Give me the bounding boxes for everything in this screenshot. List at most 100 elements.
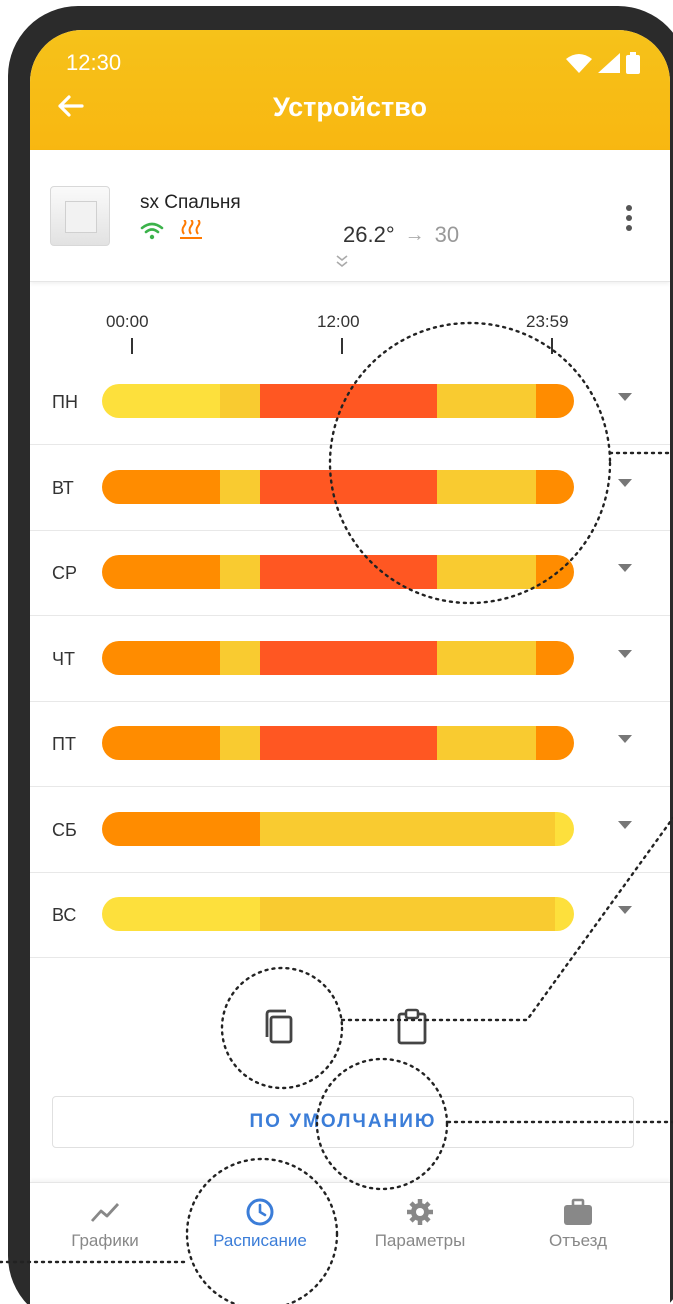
schedule-segment[interactable] [220, 384, 261, 418]
schedule-segment[interactable] [220, 555, 261, 589]
dropdown-arrow-icon[interactable] [618, 563, 632, 573]
schedule-segment[interactable] [536, 726, 574, 760]
clipboard-paste-icon[interactable] [396, 1008, 428, 1046]
schedule-row[interactable]: ПН [30, 360, 670, 445]
schedule-bar[interactable] [102, 555, 574, 589]
wifi-icon [140, 222, 164, 240]
schedule-segment[interactable] [220, 469, 261, 504]
nav-label-schedule: Расписание [213, 1231, 307, 1250]
app-screen: 12:30 Устройство sx Спальня 26.2° → 30 0… [30, 30, 670, 1304]
schedule-actions [30, 1008, 670, 1068]
nav-label-settings: Параметры [374, 1231, 466, 1250]
bottom-navigation: Графики Расписание Параметры Отъезд [30, 1182, 670, 1302]
schedule-segment[interactable] [260, 469, 438, 504]
schedule-bar[interactable] [102, 726, 574, 760]
nav-label-charts: Графики [71, 1231, 139, 1250]
schedule-segment[interactable] [437, 726, 537, 760]
trend-chart-icon [90, 1203, 120, 1222]
time-tick-end [551, 338, 553, 354]
device-name: sx Спальня [140, 192, 241, 213]
schedule-segment[interactable] [536, 640, 574, 675]
schedule-row[interactable]: СР [30, 531, 670, 616]
schedule-segment[interactable] [220, 726, 261, 760]
time-label-end: 23:59 [526, 312, 569, 331]
schedule-bar[interactable] [102, 640, 574, 675]
schedule-segment[interactable] [437, 640, 537, 675]
time-tick-mid [341, 338, 343, 354]
dropdown-arrow-icon[interactable] [618, 905, 632, 915]
schedule-segment[interactable] [260, 897, 556, 931]
status-icons [566, 52, 640, 74]
nav-item-settings[interactable]: Параметры [345, 1197, 495, 1251]
schedule-segment[interactable] [437, 555, 537, 589]
heating-icon [180, 220, 202, 239]
schedule-bar[interactable] [102, 897, 574, 931]
dropdown-arrow-icon[interactable] [618, 820, 632, 830]
schedule-segment[interactable] [260, 726, 438, 760]
app-bar: 12:30 Устройство [30, 30, 670, 150]
current-temperature: 26.2° [343, 222, 395, 247]
schedule-segment[interactable] [102, 811, 261, 846]
schedule-row[interactable]: ПТ [30, 702, 670, 787]
day-label: ПТ [52, 734, 76, 754]
schedule-bar[interactable] [102, 469, 574, 504]
wifi-status-icon [566, 54, 592, 73]
temperature-row: 26.2° → 30 [343, 222, 459, 248]
schedule-bar[interactable] [102, 384, 574, 418]
day-label: ВС [52, 905, 77, 925]
copy-icon[interactable] [262, 1008, 296, 1046]
schedule-segment[interactable] [260, 384, 438, 418]
signal-icon [598, 53, 620, 73]
day-label: ВТ [52, 477, 74, 498]
schedule-row[interactable]: ВТ [30, 446, 670, 531]
gear-icon [407, 1199, 433, 1225]
schedule-segment[interactable] [555, 897, 574, 931]
nav-item-away[interactable]: Отъезд [503, 1197, 653, 1251]
more-vert-icon[interactable] [624, 204, 634, 232]
schedule-row[interactable]: ВС [30, 873, 670, 958]
schedule-segment[interactable] [102, 384, 220, 418]
dropdown-arrow-icon[interactable] [618, 478, 632, 488]
day-label: ПН [52, 392, 78, 412]
battery-icon [626, 52, 640, 74]
schedule-segment[interactable] [260, 640, 438, 675]
schedule-row[interactable]: ЧТ [30, 617, 670, 702]
schedule-segment[interactable] [260, 555, 438, 589]
default-schedule-button[interactable]: ПО УМОЛЧАНИЮ [52, 1096, 634, 1148]
device-thumbnail [50, 186, 110, 246]
schedule-segment[interactable] [437, 469, 537, 504]
schedule-segment[interactable] [437, 384, 537, 418]
time-label-start: 00:00 [106, 312, 149, 331]
schedule-segment[interactable] [536, 384, 574, 418]
schedule-segment[interactable] [102, 555, 220, 589]
schedule-segment[interactable] [102, 469, 220, 504]
expand-chevron-icon[interactable] [335, 254, 349, 268]
page-title: Устройство [273, 92, 427, 122]
nav-item-charts[interactable]: Графики [30, 1197, 180, 1251]
time-tick-start [131, 338, 133, 354]
clock-icon [246, 1198, 274, 1226]
schedule-segment[interactable] [260, 811, 556, 846]
day-label: СР [52, 563, 78, 583]
schedule-segment[interactable] [555, 811, 574, 846]
schedule-segment[interactable] [102, 726, 220, 760]
schedule-segment[interactable] [220, 640, 261, 675]
day-label: ЧТ [52, 648, 75, 669]
arrow-right-icon: → [404, 223, 425, 246]
day-label: СБ [52, 819, 77, 840]
nav-item-schedule[interactable]: Расписание [185, 1197, 335, 1251]
dropdown-arrow-icon[interactable] [618, 392, 632, 402]
schedule-segment[interactable] [102, 897, 261, 931]
target-temperature: 30 [434, 222, 460, 247]
time-label-mid: 12:00 [317, 312, 360, 331]
schedule-segment[interactable] [102, 640, 220, 675]
schedule-segment[interactable] [536, 555, 574, 589]
briefcase-icon [564, 1198, 592, 1225]
dropdown-arrow-icon[interactable] [618, 734, 632, 744]
schedule-row[interactable]: СБ [30, 788, 670, 873]
schedule-bar[interactable] [102, 811, 574, 846]
schedule-segment[interactable] [536, 469, 574, 504]
device-card[interactable]: sx Спальня 26.2° → 30 [30, 150, 670, 282]
status-time: 12:30 [66, 50, 122, 75]
dropdown-arrow-icon[interactable] [618, 649, 632, 659]
